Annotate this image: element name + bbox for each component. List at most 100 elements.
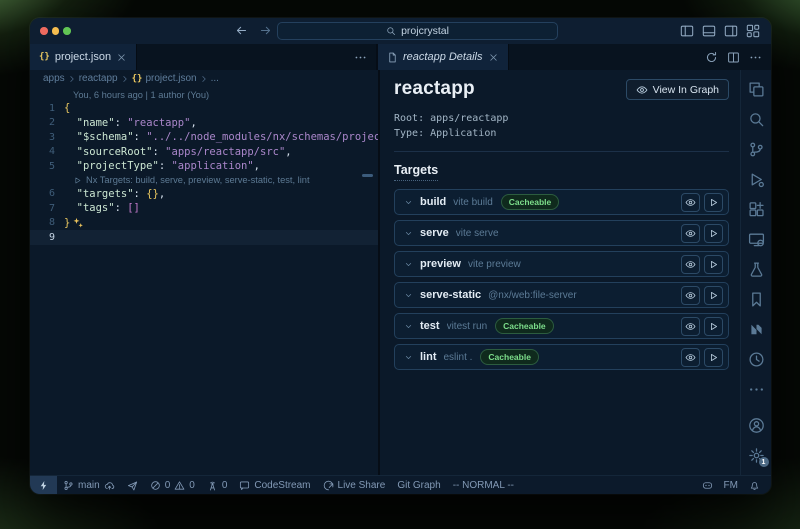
target-run-button[interactable] <box>704 286 723 305</box>
status-vim-mode[interactable]: -- NORMAL -- <box>447 476 520 494</box>
target-view-button[interactable] <box>681 286 700 305</box>
code-line[interactable]: 1{ <box>30 101 378 116</box>
code-text: "projectType": "application", <box>64 160 260 172</box>
activity-nx-console[interactable] <box>741 314 772 344</box>
close-tab-icon[interactable] <box>116 52 127 63</box>
toggle-sidebar-left-icon[interactable] <box>680 24 694 38</box>
target-row-serve[interactable]: servevite serve <box>394 220 729 246</box>
tab-reactapp-details[interactable]: reactapp Details <box>378 44 509 70</box>
target-row-preview[interactable]: previewvite preview <box>394 251 729 277</box>
status-notifications[interactable] <box>749 476 760 494</box>
minimize-window-button[interactable] <box>52 27 60 35</box>
activity-extensions[interactable] <box>741 194 772 224</box>
target-run-button[interactable] <box>704 317 723 336</box>
target-row-test[interactable]: testvitest runCacheable <box>394 313 729 339</box>
target-run-button[interactable] <box>704 255 723 274</box>
activity-more[interactable] <box>741 374 772 404</box>
activity-source-control[interactable] <box>741 134 772 164</box>
expand-target-icon[interactable] <box>404 260 413 269</box>
codelens[interactable]: You, 6 hours ago | 1 author (You) <box>30 88 378 101</box>
breadcrumb-item[interactable]: reactapp <box>79 73 118 84</box>
breadcrumb-item[interactable]: apps <box>43 73 65 84</box>
target-run-button[interactable] <box>704 224 723 243</box>
toggle-sidebar-right-icon[interactable] <box>724 24 738 38</box>
code-line[interactable]: 6 "targets": {}, <box>30 187 378 202</box>
search-icon <box>386 26 396 36</box>
more-actions-icon[interactable] <box>749 51 762 64</box>
eye-icon <box>685 290 696 301</box>
target-run-button[interactable] <box>704 193 723 212</box>
close-tab-icon[interactable] <box>488 52 499 63</box>
status-format[interactable]: FM <box>724 476 738 494</box>
target-row-serve-static[interactable]: serve-static@nx/web:file-server <box>394 282 729 308</box>
activity-run-debug[interactable] <box>741 164 772 194</box>
code-line[interactable]: 2 "name": "reactapp", <box>30 116 378 131</box>
activity-remote-explorer[interactable] <box>741 224 772 254</box>
target-executor: vite serve <box>456 228 499 239</box>
expand-target-icon[interactable] <box>404 322 413 331</box>
code-line[interactable]: 3 "$schema": "../../node_modules/nx/sche… <box>30 130 378 145</box>
activity-explorer[interactable] <box>741 74 772 104</box>
breadcrumb-item[interactable]: {}project.json <box>132 73 197 84</box>
play-icon <box>708 197 719 208</box>
tab-label: project.json <box>55 51 111 63</box>
expand-target-icon[interactable] <box>404 353 413 362</box>
view-in-graph-button[interactable]: View In Graph <box>626 79 729 100</box>
target-view-button[interactable] <box>681 193 700 212</box>
activity-settings[interactable]: 1 <box>741 440 772 470</box>
split-editor-icon[interactable] <box>727 51 740 64</box>
expand-target-icon[interactable] <box>404 291 413 300</box>
line-number: 5 <box>30 161 64 172</box>
code-line[interactable]: 7 "tags": [] <box>30 201 378 216</box>
back-icon[interactable] <box>235 24 248 37</box>
eye-icon <box>685 197 696 208</box>
target-run-button[interactable] <box>704 348 723 367</box>
target-row-lint[interactable]: linteslint .Cacheable <box>394 344 729 370</box>
target-view-button[interactable] <box>681 317 700 336</box>
status-problems[interactable]: 00 <box>144 476 201 494</box>
status-publish[interactable] <box>121 476 144 494</box>
status-git-branch[interactable]: main <box>57 476 121 494</box>
target-executor: @nx/web:file-server <box>488 290 577 301</box>
activity-account[interactable] <box>741 410 772 440</box>
json-editor[interactable]: apps reactapp {}project.json... You, 6 hou… <box>30 70 378 475</box>
status-copilot[interactable] <box>702 476 713 494</box>
targets-heading: Targets <box>394 163 438 181</box>
expand-target-icon[interactable] <box>404 229 413 238</box>
inline-suggestion-icon[interactable] <box>72 217 84 229</box>
activity-project-tool[interactable] <box>741 344 772 374</box>
explorer-icon <box>748 81 765 98</box>
activity-search[interactable] <box>741 104 772 134</box>
target-name: build <box>420 196 446 208</box>
more-actions-icon[interactable] <box>354 51 367 64</box>
scrollbar-thumb[interactable] <box>362 174 373 177</box>
command-center-search[interactable]: projcrystal <box>277 22 558 40</box>
status-live-share[interactable]: Live Share <box>317 476 392 494</box>
toggle-panel-icon[interactable] <box>702 24 716 38</box>
refresh-icon[interactable] <box>705 51 718 64</box>
status-git-graph[interactable]: Git Graph <box>391 476 446 494</box>
code-line[interactable]: 4 "sourceRoot": "apps/reactapp/src", <box>30 145 378 160</box>
forward-icon[interactable] <box>259 24 272 37</box>
target-view-button[interactable] <box>681 348 700 367</box>
code-line[interactable]: 9 <box>30 230 378 245</box>
target-row-build[interactable]: buildvite buildCacheable <box>394 189 729 215</box>
expand-target-icon[interactable] <box>404 198 413 207</box>
status-remote[interactable] <box>30 476 57 494</box>
close-window-button[interactable] <box>40 27 48 35</box>
breadcrumb-item[interactable]: ... <box>211 73 219 84</box>
activity-testing[interactable] <box>741 254 772 284</box>
maximize-window-button[interactable] <box>63 27 71 35</box>
search-value: projcrystal <box>401 25 449 37</box>
code-line[interactable]: 8} <box>30 216 378 231</box>
codelens[interactable]: Nx Targets: build, serve, preview, serve… <box>30 174 378 187</box>
target-view-button[interactable] <box>681 255 700 274</box>
customize-layout-icon[interactable] <box>746 24 760 38</box>
line-number: 6 <box>30 188 64 199</box>
code-line[interactable]: 5 "projectType": "application", <box>30 159 378 174</box>
activity-bookmarks[interactable] <box>741 284 772 314</box>
target-view-button[interactable] <box>681 224 700 243</box>
status-codestream[interactable]: CodeStream <box>233 476 316 494</box>
status-broadcast[interactable]: 0 <box>201 476 234 494</box>
tab-project-json[interactable]: {} project.json <box>30 44 137 70</box>
